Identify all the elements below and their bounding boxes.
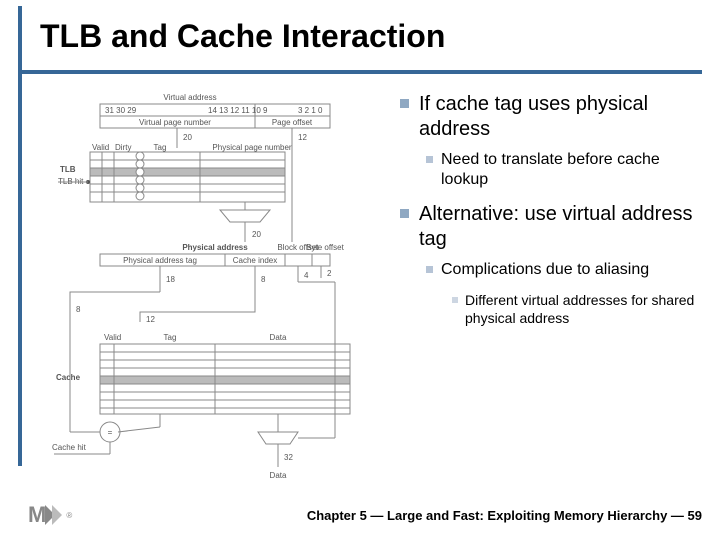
ppn-label: Physical page number (212, 143, 291, 152)
data2-label: Data (270, 471, 287, 480)
registered-icon: ® (66, 511, 72, 520)
bullet-level2: Need to translate before cache lookup (426, 150, 700, 190)
w8: 8 (261, 275, 266, 284)
tlb-label: TLB (60, 165, 76, 174)
w12b: 12 (146, 315, 155, 324)
square-bullet-icon (400, 99, 409, 108)
virtual-address-label: Virtual address (163, 93, 216, 102)
cache-rows (100, 352, 350, 408)
vpn-label: Virtual page number (139, 118, 211, 127)
cache-label: Cache (56, 373, 81, 382)
w4: 4 (304, 271, 309, 280)
tag-label: Tag (154, 143, 167, 152)
bullet-text: Different virtual addresses for shared p… (465, 292, 700, 327)
bits-mid: 14 13 12 11 10 9 (208, 106, 268, 115)
tlb-cache-diagram: Virtual address 31 30 29 14 13 12 11 10 … (40, 92, 390, 492)
byte-offset-label: Byte offset (306, 243, 344, 252)
w12: 12 (298, 133, 307, 142)
bullet-text: Complications due to aliasing (441, 260, 649, 280)
bullet-text: Need to translate before cache lookup (441, 150, 700, 190)
bullet-text: If cache tag uses physical address (419, 92, 700, 142)
slide: TLB and Cache Interaction Virtual addres… (0, 0, 720, 540)
square-bullet-icon (426, 156, 433, 163)
footer-text: Chapter 5 — Large and Fast: Exploiting M… (307, 508, 702, 523)
w8b: 8 (76, 305, 81, 314)
bullet-level2: Complications due to aliasing (426, 260, 700, 280)
w20: 20 (183, 133, 192, 142)
w20b: 20 (252, 230, 261, 239)
cache-index-label: Cache index (233, 256, 277, 265)
phys-addr-label: Physical address (182, 243, 248, 252)
bits-lo: 3 2 1 0 (298, 106, 323, 115)
slide-footer: M ® Chapter 5 — Large and Fast: Exploiti… (0, 502, 720, 528)
square-bullet-icon (452, 297, 458, 303)
square-bullet-icon (426, 266, 433, 273)
w2: 2 (327, 269, 332, 278)
title-underline (18, 70, 702, 74)
square-bullet-icon (400, 209, 409, 218)
tag2-label: Tag (164, 333, 177, 342)
slide-title: TLB and Cache Interaction (0, 0, 720, 63)
w18: 18 (166, 275, 175, 284)
bullet-content: If cache tag uses physical address Need … (400, 92, 700, 333)
pat-label: Physical address tag (123, 256, 197, 265)
data-label: Data (270, 333, 287, 342)
valid2-label: Valid (104, 333, 121, 342)
bullet-level3: Different virtual addresses for shared p… (452, 292, 700, 327)
dirty-label: Dirty (115, 143, 131, 152)
page-offset-label: Page offset (272, 118, 313, 127)
bits-hi: 31 30 29 (105, 106, 137, 115)
bullet-level1: If cache tag uses physical address (400, 92, 700, 142)
valid-label: Valid (92, 143, 109, 152)
svg-text:=: = (108, 428, 113, 437)
bullet-level1: Alternative: use virtual address tag (400, 202, 700, 252)
bullet-text: Alternative: use virtual address tag (419, 202, 700, 252)
vertical-accent-rule (18, 6, 22, 466)
publisher-logo: M ® (28, 502, 72, 528)
cache-hit-label: Cache hit (52, 443, 87, 452)
w32: 32 (284, 453, 293, 462)
logo-m-icon: M (28, 502, 45, 528)
chevron-icon (52, 505, 62, 525)
